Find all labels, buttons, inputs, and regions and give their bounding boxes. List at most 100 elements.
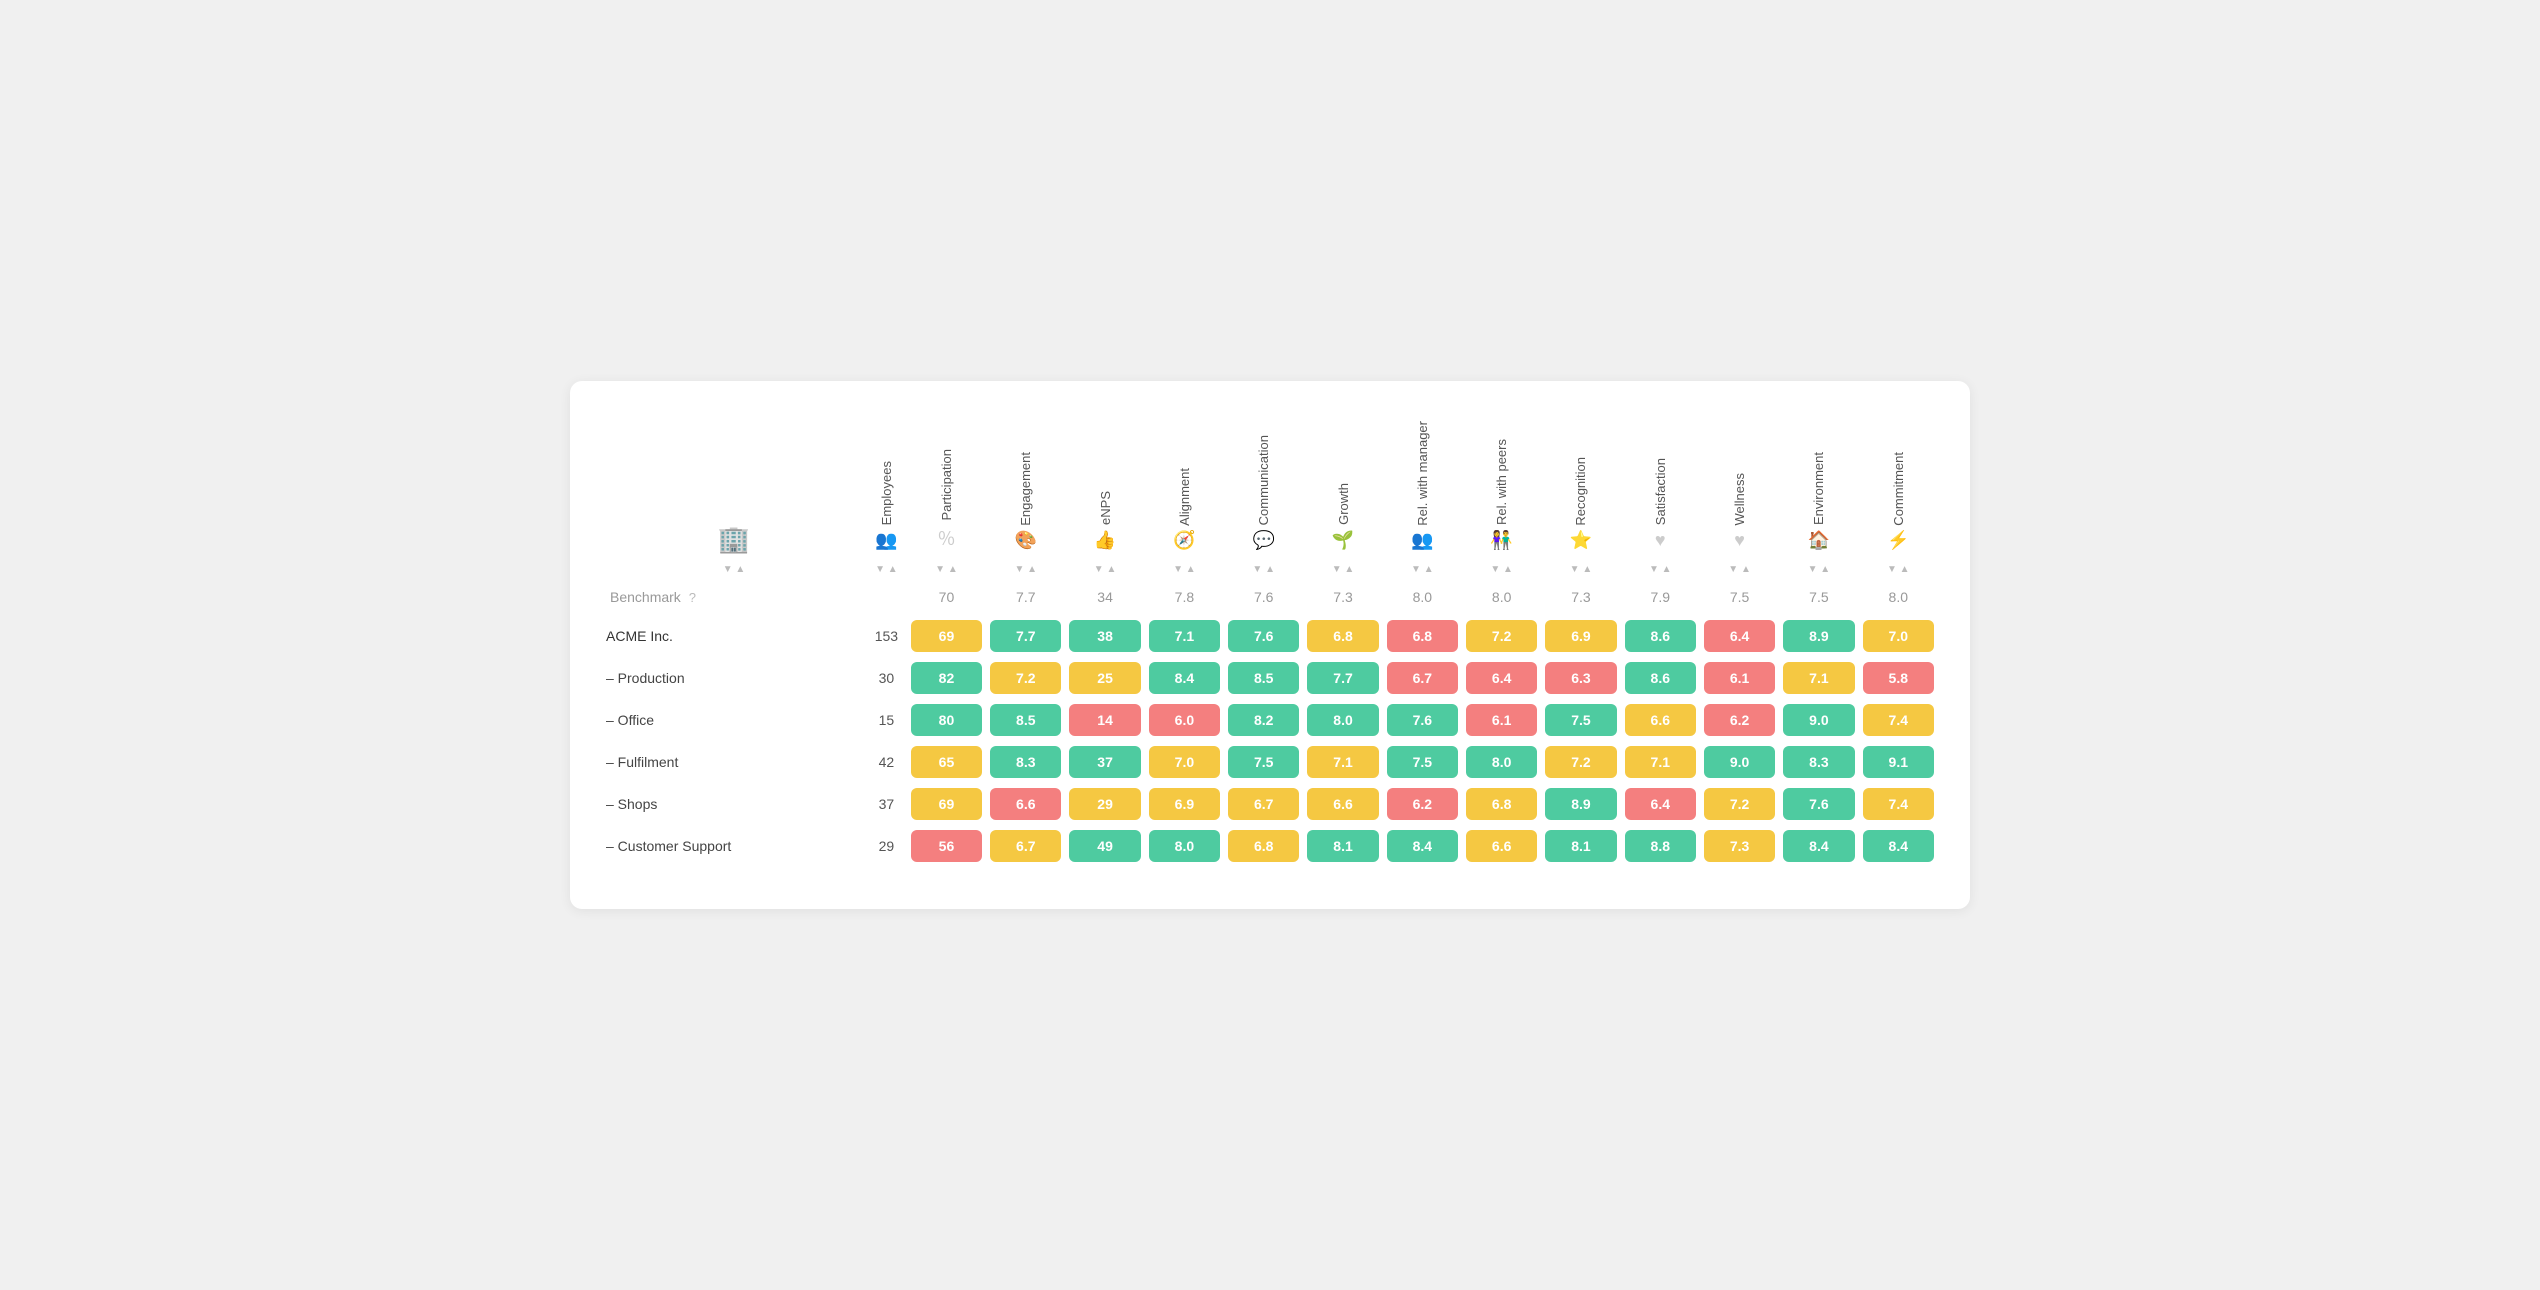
cell-2-1: 8.5 [988,701,1063,739]
benchmark-text: Benchmark [610,589,681,605]
cell-4-7: 6.8 [1464,785,1539,823]
benchmark-employees [868,581,905,613]
cell-2-12: 7.4 [1861,701,1936,739]
environment-icon-cell: Environment 🏠 [1781,415,1856,556]
alignment-col-label: Alignment [1177,462,1192,526]
row-label-4: – Shops [604,785,864,823]
employees-val-2: 15 [868,701,905,739]
cell-0-7: 7.2 [1464,617,1539,655]
cell-2-10: 6.2 [1702,701,1777,739]
recognition-sort-arrows[interactable]: ▼ ▲ [1570,564,1593,575]
benchmark-commitment: 8.0 [1861,581,1936,613]
participation-sort-arrows[interactable]: ▼ ▲ [935,564,958,575]
cell-4-0: 69 [909,785,984,823]
engagement-sort-cell[interactable]: ▼ ▲ [988,559,1063,577]
environment-sort-cell[interactable]: ▼ ▲ [1781,559,1856,577]
recognition-sort-cell[interactable]: ▼ ▲ [1543,559,1618,577]
cell-3-1: 8.3 [988,743,1063,781]
growth-icon: 🌱 [1332,530,1354,550]
wellness-icon: ♥ [1734,530,1745,550]
cell-5-4: 6.8 [1226,827,1301,865]
org-icon-cell: 🏢 [604,415,864,556]
satisfaction-sort-arrows[interactable]: ▼ ▲ [1649,564,1672,575]
rel-manager-sort-arrows[interactable]: ▼ ▲ [1411,564,1434,575]
data-row: ACME Inc.153697.7387.17.66.86.87.26.98.6… [604,617,1936,655]
row-label-2: – Office [604,701,864,739]
employees-sort-arrows[interactable]: ▼ ▲ [875,564,898,575]
cell-3-4: 7.5 [1226,743,1301,781]
cell-3-12: 9.1 [1861,743,1936,781]
cell-2-0: 80 [909,701,984,739]
header-icon-row: 🏢 Employees 👥 Participation ％ Engagement… [604,415,1936,556]
benchmark-participation: 70 [909,581,984,613]
wellness-sort-cell[interactable]: ▼ ▲ [1702,559,1777,577]
communication-icon-cell: Communication 💬 [1226,415,1301,556]
benchmark-rel-peers: 8.0 [1464,581,1539,613]
cell-5-9: 8.8 [1623,827,1698,865]
satisfaction-col-label: Satisfaction [1653,452,1668,525]
org-sort-arrows[interactable]: ▼ ▲ [723,564,746,575]
data-row: – Customer Support29566.7498.06.88.18.46… [604,827,1936,865]
cell-5-2: 49 [1067,827,1142,865]
cell-0-4: 7.6 [1226,617,1301,655]
benchmark-question[interactable]: ? [689,590,696,605]
enps-icon: 👍 [1094,530,1116,550]
alignment-sort-arrows[interactable]: ▼ ▲ [1173,564,1196,575]
cell-2-7: 6.1 [1464,701,1539,739]
cell-0-8: 6.9 [1543,617,1618,655]
cell-4-2: 29 [1067,785,1142,823]
employees-sort-cell[interactable]: ▼ ▲ [868,559,905,577]
cell-4-11: 7.6 [1781,785,1856,823]
rel-peers-icon-cell: Rel. with peers 👫 [1464,415,1539,556]
cell-3-3: 7.0 [1147,743,1222,781]
enps-sort-cell[interactable]: ▼ ▲ [1067,559,1142,577]
employees-val-0: 153 [868,617,905,655]
growth-sort-arrows[interactable]: ▼ ▲ [1332,564,1355,575]
cell-2-11: 9.0 [1781,701,1856,739]
cell-1-9: 8.6 [1623,659,1698,697]
engagement-icon-cell: Engagement 🎨 [988,415,1063,556]
rel-peers-icon: 👫 [1490,530,1512,550]
benchmark-growth: 7.3 [1305,581,1380,613]
growth-sort-cell[interactable]: ▼ ▲ [1305,559,1380,577]
rel-manager-sort-cell[interactable]: ▼ ▲ [1385,559,1460,577]
benchmark-communication: 7.6 [1226,581,1301,613]
cell-4-9: 6.4 [1623,785,1698,823]
cell-3-5: 7.1 [1305,743,1380,781]
communication-sort-cell[interactable]: ▼ ▲ [1226,559,1301,577]
cell-4-3: 6.9 [1147,785,1222,823]
cell-0-9: 8.6 [1623,617,1698,655]
engagement-col-label: Engagement [1018,446,1033,526]
satisfaction-sort-cell[interactable]: ▼ ▲ [1623,559,1698,577]
cell-3-11: 8.3 [1781,743,1856,781]
commitment-sort-arrows[interactable]: ▼ ▲ [1887,564,1910,575]
rel-manager-icon: 👥 [1411,530,1433,550]
recognition-icon: ⭐ [1570,530,1592,550]
alignment-sort-cell[interactable]: ▼ ▲ [1147,559,1222,577]
communication-sort-arrows[interactable]: ▼ ▲ [1252,564,1275,575]
enps-sort-arrows[interactable]: ▼ ▲ [1094,564,1117,575]
wellness-sort-arrows[interactable]: ▼ ▲ [1728,564,1751,575]
row-label-0: ACME Inc. [604,617,864,655]
satisfaction-icon-cell: Satisfaction ♥ [1623,415,1698,556]
benchmark-row: Benchmark ? 70 7.7 34 7.8 7.6 7.3 8.0 8.… [604,581,1936,613]
rel-peers-sort-arrows[interactable]: ▼ ▲ [1490,564,1513,575]
benchmark-engagement: 7.7 [988,581,1063,613]
satisfaction-icon: ♥ [1655,530,1666,550]
employees-val-1: 30 [868,659,905,697]
commitment-sort-cell[interactable]: ▼ ▲ [1861,559,1936,577]
row-label-5: – Customer Support [604,827,864,865]
environment-icon: 🏠 [1808,530,1830,550]
environment-col-label: Environment [1811,446,1826,525]
rel-peers-sort-cell[interactable]: ▼ ▲ [1464,559,1539,577]
cell-1-3: 8.4 [1147,659,1222,697]
cell-1-12: 5.8 [1861,659,1936,697]
participation-sort-cell[interactable]: ▼ ▲ [909,559,984,577]
engagement-sort-arrows[interactable]: ▼ ▲ [1014,564,1037,575]
communication-icon: 💬 [1252,530,1274,550]
environment-sort-arrows[interactable]: ▼ ▲ [1808,564,1831,575]
data-row: – Production30827.2258.48.57.76.76.46.38… [604,659,1936,697]
cell-0-6: 6.8 [1385,617,1460,655]
org-sort-cell[interactable]: ▼ ▲ [604,559,864,577]
participation-icon-cell: Participation ％ [909,415,984,556]
